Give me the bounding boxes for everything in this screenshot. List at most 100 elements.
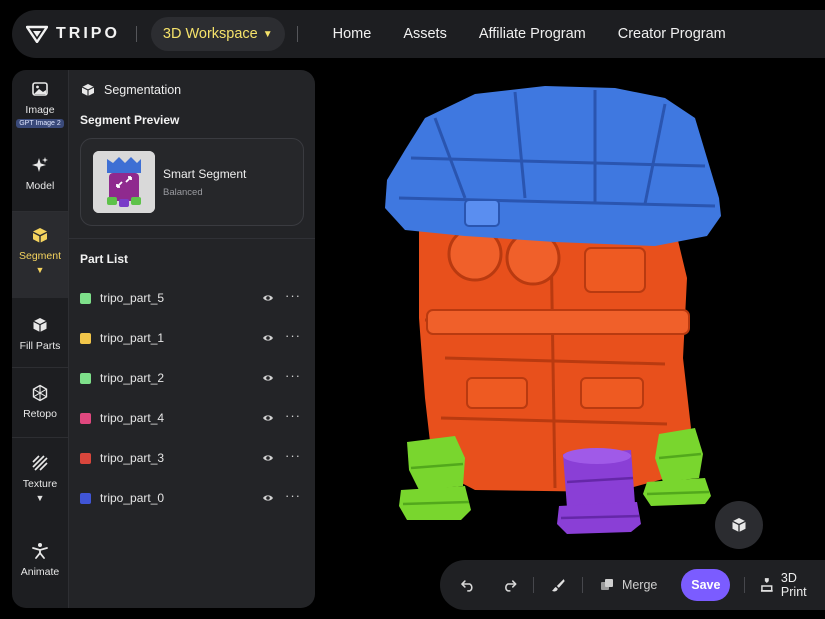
visibility-eye-icon[interactable] (262, 292, 274, 304)
rail-item-fill-parts[interactable]: Fill Parts (12, 316, 68, 356)
box-icon (33, 318, 47, 332)
part-list-item[interactable]: tripo_part_1 ··· (80, 327, 304, 349)
more-options-icon[interactable]: ··· (285, 368, 301, 383)
3d-print-icon (761, 578, 773, 592)
cube-icon (732, 518, 746, 532)
caret-down-icon: ▼ (35, 493, 45, 503)
redo-icon[interactable] (502, 577, 518, 593)
part-list-item[interactable]: tripo_part_2 ··· (80, 367, 304, 389)
visibility-eye-icon[interactable] (262, 372, 274, 384)
panel-header: Segmentation (81, 83, 181, 97)
logo-text: TRIPO (56, 25, 120, 42)
sparkle-icon (32, 157, 48, 172)
top-navigation-bar: TRIPO 3D Workspace ▼ Home Assets Affilia… (12, 10, 825, 58)
header-separator (135, 26, 137, 42)
more-options-icon[interactable]: ··· (285, 408, 301, 423)
rail-label: Model (25, 180, 55, 192)
segmentation-panel: Segmentation Segment Preview Smart Segme… (68, 70, 315, 608)
undo-icon[interactable] (460, 577, 476, 593)
rail-item-segment[interactable]: Segment ▼ (12, 212, 68, 298)
edit-toolbar: Merge Save 3D Print (440, 560, 825, 610)
visibility-eye-icon[interactable] (262, 492, 274, 504)
rail-item-model[interactable]: Model (12, 156, 68, 206)
segment-mode-name: Smart Segment (163, 167, 247, 181)
part-color-swatch (80, 412, 91, 424)
segment-thumbnail (93, 151, 155, 213)
more-options-icon[interactable]: ··· (285, 448, 301, 463)
part-list-item[interactable]: tripo_part_4 ··· (80, 407, 304, 429)
nav-home[interactable]: Home (322, 10, 383, 58)
part-color-swatch (80, 372, 91, 384)
rail-label: Retopo (23, 408, 57, 420)
visibility-eye-icon[interactable] (262, 332, 274, 344)
figure-icon (32, 543, 48, 559)
rail-label: Texture (22, 478, 58, 490)
3d-print-button[interactable]: 3D Print (759, 571, 825, 599)
part-list-item[interactable]: tripo_part_3 ··· (80, 447, 304, 469)
part-name: tripo_part_2 (100, 371, 165, 385)
rail-item-animate[interactable]: Animate (12, 542, 68, 582)
merge-button[interactable]: Merge (599, 577, 657, 593)
toolbar-separator (533, 577, 535, 593)
rail-label: Image (25, 104, 55, 116)
caret-down-icon: ▼ (262, 28, 273, 40)
header-separator (296, 26, 298, 42)
part-list-item[interactable]: tripo_part_0 ··· (80, 487, 304, 509)
part-list-title: Part List (80, 252, 129, 266)
texture-icon (32, 455, 48, 471)
more-options-icon[interactable]: ··· (285, 288, 301, 303)
part-name: tripo_part_4 (100, 411, 165, 425)
visibility-eye-icon[interactable] (262, 452, 274, 464)
view-cube-button[interactable] (715, 501, 763, 549)
part-name: tripo_part_5 (100, 291, 165, 305)
more-options-icon[interactable]: ··· (285, 488, 301, 503)
part-color-swatch (80, 292, 91, 304)
workspace-label: 3D Workspace (162, 26, 258, 42)
panel-divider (69, 238, 315, 239)
part-color-swatch (80, 332, 91, 344)
panel-title: Segmentation (104, 83, 182, 97)
3d-print-label: 3D Print (780, 571, 807, 599)
nav-assets[interactable]: Assets (392, 10, 458, 58)
image-icon (32, 82, 48, 96)
visibility-eye-icon[interactable] (262, 412, 274, 424)
model-badge: GPT Image 2 (16, 119, 64, 128)
part-color-swatch (80, 452, 91, 464)
rail-label: Segment (18, 250, 62, 262)
segment-preview-card[interactable]: Smart Segment Balanced (80, 138, 304, 226)
main-nav: Home Assets Affiliate Program Creator Pr… (312, 10, 737, 58)
cube-icon (33, 228, 47, 243)
toolbar-separator (581, 577, 583, 593)
nav-affiliate-program[interactable]: Affiliate Program (468, 10, 597, 58)
rail-label: Fill Parts (19, 340, 61, 352)
brush-icon[interactable] (550, 577, 566, 593)
segment-mode-level: Balanced (163, 187, 203, 198)
more-options-icon[interactable]: ··· (285, 328, 301, 343)
rail-divider (12, 437, 68, 438)
tripo-logo[interactable]: TRIPO (26, 25, 120, 43)
rail-item-image[interactable]: Image GPT Image 2 (12, 80, 68, 146)
part-name: tripo_part_1 (100, 331, 165, 345)
part-list-item[interactable]: tripo_part_5 ··· (80, 287, 304, 309)
tool-rail: Image GPT Image 2 Model Segment ▼ Fill P… (12, 70, 68, 608)
rail-label: Animate (20, 566, 60, 578)
caret-down-icon: ▼ (35, 265, 45, 275)
rail-item-texture[interactable]: Texture ▼ (12, 454, 68, 510)
tripo-logo-icon (26, 25, 48, 43)
toolbar-separator (744, 577, 746, 593)
part-color-swatch (80, 492, 91, 504)
segment-thumbnail-image (93, 151, 155, 213)
workspace-dropdown[interactable]: 3D Workspace ▼ (150, 17, 285, 51)
cube-icon (81, 84, 95, 96)
segment-preview-title: Segment Preview (80, 113, 180, 127)
part-name: tripo_part_0 (100, 491, 165, 505)
model-part-left-foot (407, 436, 465, 490)
save-button[interactable]: Save (681, 569, 731, 601)
part-name: tripo_part_3 (100, 451, 165, 465)
rail-item-retopo[interactable]: Retopo (12, 384, 68, 424)
merge-label: Merge (621, 578, 658, 592)
nav-creator-program[interactable]: Creator Program (607, 10, 737, 58)
rail-divider (12, 367, 68, 368)
mesh-icon (32, 384, 48, 402)
merge-icon (600, 579, 613, 590)
